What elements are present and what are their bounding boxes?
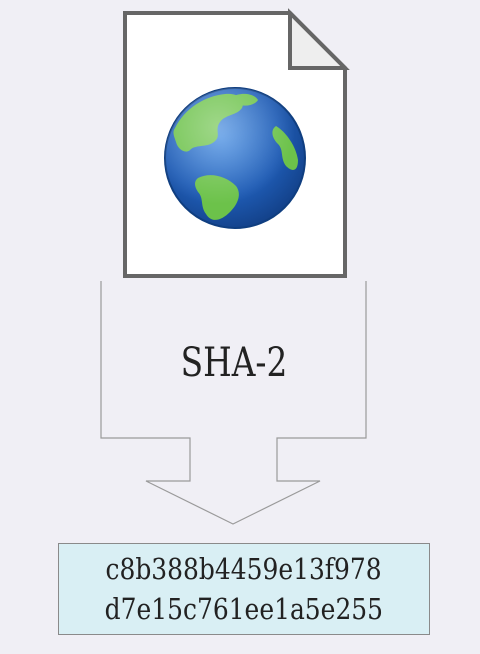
hash-line-1: c8b388b4459e13f978	[105, 552, 383, 586]
hash-output-box: c8b388b4459e13f978 d7e15c761ee1a5e255	[58, 543, 430, 635]
hash-line-2: d7e15c761ee1a5e255	[104, 592, 384, 626]
down-arrow	[100, 281, 367, 525]
algorithm-label: SHA-2	[180, 340, 288, 386]
globe-icon	[164, 87, 306, 229]
